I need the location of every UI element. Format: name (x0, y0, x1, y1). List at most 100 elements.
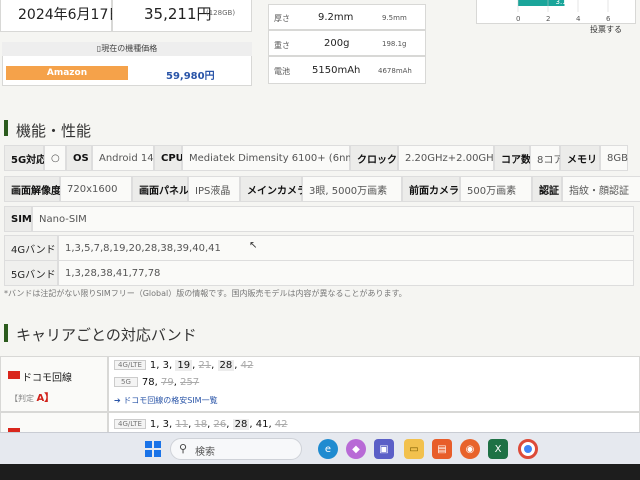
specs-title: 機能・性能 (16, 122, 92, 140)
lte-tag: 4G/LTE (114, 419, 146, 429)
band-number: 11 (175, 419, 189, 430)
spec-value: 2.20GHz+2.00GHz (398, 145, 499, 171)
dims-value: 200g (324, 38, 350, 49)
spec-label: 画面解像度 (4, 176, 61, 202)
taskbar-search[interactable]: ⚲ 検索 (170, 438, 302, 460)
spec-value: IPS液晶 (188, 176, 240, 202)
spec-label: コア数 (494, 145, 531, 171)
band-number: 28 (217, 360, 235, 371)
docomo-lte-row: 4G/LTE 1, 3, 19, 21, 28, 42 (114, 360, 253, 371)
dims-compare: 198.1g (382, 40, 407, 48)
excel-icon[interactable]: X (488, 439, 508, 459)
spec-label: CPU (154, 145, 184, 171)
carrier-title: キャリアごとの対応バンド (16, 326, 197, 344)
chrome-icon[interactable] (518, 439, 538, 459)
price-note: (128GB) (206, 9, 236, 17)
spec-value: 8コア (530, 145, 563, 171)
windows-start-icon[interactable] (143, 439, 163, 459)
release-date: 2024年6月17日 (18, 7, 123, 23)
band5g-label: 5Gバンド (4, 260, 58, 286)
section-bar (4, 324, 8, 342)
docomo-link-text: ドコモ回線の格安SIM一覧 (123, 396, 218, 405)
band-number: 21 (198, 360, 212, 371)
docomo-sim-link[interactable]: ➔ ドコモ回線の格安SIM一覧 (114, 395, 218, 406)
sim-label: SIM (4, 206, 32, 232)
current-price-header: ▯現在の機種価格 (2, 42, 252, 56)
chart-tick-label: 0 (516, 15, 520, 23)
search-placeholder: 検索 (195, 447, 215, 458)
spec-label: クロック (350, 145, 398, 171)
spec-value: 8GB (600, 145, 628, 171)
lte-tag: 4G/LTE (114, 360, 146, 370)
band-number: 26 (213, 419, 227, 430)
band-number: 3 (162, 419, 169, 430)
spec-value: 3眼, 5000万画素 (302, 176, 402, 202)
current-price-label: 現在の機種価格 (101, 44, 158, 53)
docomo-name: ドコモ回線 (22, 373, 72, 384)
docomo-5g-row: 5G 78, 79, 257 (114, 377, 199, 388)
spec-label: 5G対応 (4, 145, 46, 171)
file-explorer-icon[interactable]: ▭ (404, 439, 424, 459)
copilot-icon[interactable]: ◆ (346, 439, 366, 459)
band-number: 3 (162, 360, 169, 371)
band-number: 1 (149, 419, 157, 430)
band4g-label: 4Gバンド (4, 235, 58, 261)
dims-compare: 9.5mm (382, 14, 407, 22)
spec-label: メモリ (560, 145, 600, 171)
spec-label: 前面カメラ (402, 176, 460, 202)
band-number: 18 (194, 419, 208, 430)
band-number: 42 (240, 360, 254, 371)
store-name: Amazon (46, 68, 88, 78)
spec-value: 500万画素 (460, 176, 532, 202)
search-icon: ⚲ (179, 442, 188, 455)
band-number: 41 (255, 419, 269, 430)
spec-label: 画面パネル (132, 176, 189, 202)
store-price[interactable]: 59,980円 (166, 67, 215, 82)
store-icon[interactable]: ▤ (432, 439, 452, 459)
edge-icon[interactable]: e (318, 439, 338, 459)
chart-tick-label: 2 (546, 15, 550, 23)
docomo-judge: 【判定 A】 (10, 393, 55, 404)
windows-taskbar: ⚲ 検索 e ◆ ▣ ▭ ▤ ◉ X (0, 432, 640, 464)
spec-value: Mediatek Dimensity 6100+ (6nm) (182, 145, 359, 171)
release-price: 35,211円 (144, 5, 212, 23)
next-lte-row: 4G/LTE 1, 3, 11, 18, 26, 28, 41, 42 (114, 419, 288, 430)
dims-label: 電池 (274, 67, 290, 76)
dims-label: 重さ (274, 41, 290, 50)
band-number: 78 (141, 377, 155, 388)
band-number: 19 (175, 360, 193, 371)
band-number: 257 (180, 377, 200, 388)
browser-viewport: 2024年6月17日 35,211円 (128GB) ▯現在の機種価格 Amaz… (0, 0, 640, 432)
chart-xlabel[interactable]: 投票する (590, 24, 622, 35)
g5-tag: 5G (114, 377, 138, 387)
dims-value: 9.2mm (318, 12, 354, 23)
spec-label: メインカメラ (240, 176, 307, 202)
amazon-button[interactable]: Amazon (6, 66, 128, 80)
band-number: 42 (274, 419, 288, 430)
spec-value: ○ (44, 145, 66, 171)
chart-tick-label: 4 (576, 15, 581, 23)
dims-label: 厚さ (274, 14, 290, 23)
teams-icon[interactable]: ▣ (374, 439, 394, 459)
sim-value: Nano-SIM (32, 206, 634, 232)
band4g-value: 1,3,5,7,8,19,20,28,38,39,40,41 (58, 235, 634, 261)
band-number: 1 (149, 360, 157, 371)
firefox-icon[interactable]: ◉ (460, 439, 480, 459)
dims-value: 5150mAh (312, 65, 361, 76)
section-bar (4, 120, 8, 136)
arrow-circle-icon: ➔ (114, 396, 121, 405)
band-number: 28 (232, 419, 250, 430)
spec-label: 認証 (532, 176, 562, 202)
band-note: *バンドは注記がない限りSIMフリー（Global）版の情報です。国内販売モデル… (4, 289, 407, 298)
chart-tick-label: 6 (606, 15, 611, 23)
chart-data-label: 3.1 (556, 0, 567, 6)
spec-label: OS (66, 145, 92, 171)
spec-value: 720x1600 (60, 176, 132, 202)
spec-value: 指紋・顔認証 (562, 176, 640, 202)
dims-compare: 4678mAh (378, 67, 412, 75)
spec-value: Android 14 (92, 145, 154, 171)
band5g-value: 1,3,28,38,41,77,78 (58, 260, 634, 286)
docomo-logo-icon (8, 371, 20, 379)
monitor-bezel (0, 464, 640, 480)
mouse-cursor-icon: ↖ (249, 240, 258, 251)
